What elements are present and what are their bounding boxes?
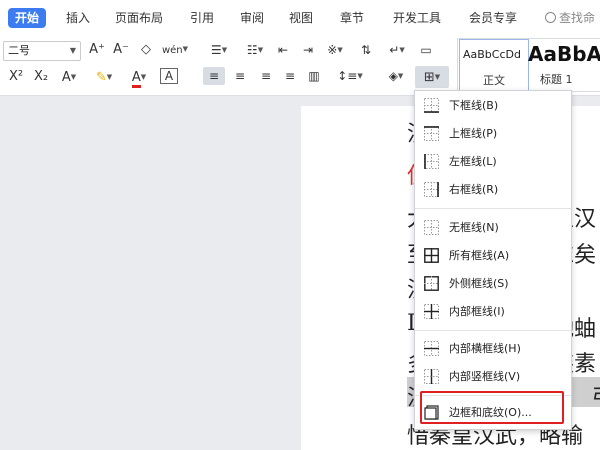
menu-item-top-border[interactable]: 上框线(P) [415,121,571,147]
align-left-icon[interactable]: ≡ [203,67,225,85]
tab-insert[interactable]: 插入 [66,8,90,28]
inside-horizontal-border-icon [424,341,439,356]
inside-borders-icon [424,304,439,319]
tab-chapter[interactable]: 章节 [340,8,364,28]
font-size-select[interactable]: 二号 ▼ [3,41,81,61]
menu-item-label: 内部框线(I) [449,305,505,318]
style-heading1-preview: AaBbA [528,42,600,66]
menu-item-label: 所有框线(A) [449,249,510,262]
menu-item-left-border[interactable]: 左框线(L) [415,149,571,175]
borders-button[interactable]: ⊞▼ [415,66,449,88]
highlight-color-icon[interactable]: ✎▼ [90,68,118,86]
tab-developer[interactable]: 开发工具 [393,8,441,28]
wps-writer-window: 开始 插入 页面布局 引用 审阅 视图 章节 开发工具 会员专享 查找命 二号 ▼… [0,0,600,450]
inside-vertical-border-icon [424,369,439,384]
style-gallery: AaBbCcDd 正文 AaBbA 标题 1 [457,38,600,92]
menu-item-label: 内部竖框线(V) [449,370,521,383]
shading-icon[interactable]: ◈▼ [381,67,411,85]
decrease-indent-icon[interactable]: ⇤ [273,41,293,59]
ruler-icon[interactable]: ▭ [416,41,436,59]
tab-member[interactable]: 会员专享 [469,8,517,28]
menu-item-right-border[interactable]: 右框线(R) [415,177,571,203]
show-marks-icon[interactable]: ↵▼ [384,41,410,59]
subscript-icon[interactable]: X₂ [31,68,51,86]
menu-item-label: 内部横框线(H) [449,342,521,355]
line-spacing-icon[interactable]: ↕≡▼ [335,67,365,85]
tab-view[interactable]: 视图 [289,8,313,28]
font-size-value: 二号 [8,44,30,57]
menu-item-inside-borders[interactable]: 内部框线(I) [415,299,571,325]
top-border-icon [424,126,439,141]
search-icon [545,12,556,23]
left-border-icon [424,154,439,169]
phonetic-guide-icon[interactable]: wén▼ [160,40,190,58]
outside-borders-icon [424,276,439,291]
menu-item-bottom-border[interactable]: 下框线(B) [415,93,571,119]
all-borders-icon [424,248,439,263]
distributed-align-icon[interactable]: ▥ [304,67,324,85]
menu-item-no-border[interactable]: 无框线(N) [415,215,571,241]
tab-references[interactable]: 引用 [190,8,214,28]
shrink-font-icon[interactable]: A⁻ [112,41,130,59]
menu-separator [415,330,571,331]
menu-item-inside-vertical-border[interactable]: 内部竖框线(V) [415,364,571,390]
style-normal-preview: AaBbCcDd [463,48,521,61]
font-color-icon[interactable]: A▼ [125,68,153,88]
menu-item-label: 无框线(N) [449,221,499,234]
doc-text: 弓 [591,380,600,412]
menu-item-outside-borders[interactable]: 外侧框线(S) [415,271,571,297]
numbered-list-icon[interactable]: ☷▼ [242,41,268,59]
menu-item-inside-horizontal-border[interactable]: 内部横框线(H) [415,336,571,362]
annotation-highlight-box [420,391,564,424]
style-normal-label: 正文 [483,74,505,87]
grow-font-icon[interactable]: A⁺ [88,41,106,59]
menu-item-label: 上框线(P) [449,127,498,140]
clear-format-icon[interactable]: ◇ [137,41,155,59]
sort-icon[interactable]: ⇅ [356,41,376,59]
tab-home[interactable]: 开始 [8,8,47,28]
style-heading1-label: 标题 1 [540,73,573,86]
increase-indent-icon[interactable]: ⇥ [298,41,318,59]
no-border-icon [424,220,439,235]
right-border-icon [424,182,439,197]
menu-item-label: 右框线(R) [449,183,499,196]
align-center-icon[interactable]: ≡ [230,67,250,85]
bullet-list-icon[interactable]: ☰▼ [206,41,232,59]
justify-icon[interactable]: ≡ [280,67,300,85]
tab-page-layout[interactable]: 页面布局 [115,8,163,28]
align-right-icon[interactable]: ≡ [256,67,276,85]
font-color-label: A [131,70,141,88]
phonetic-guide-label: wén [161,45,183,56]
menu-item-label: 左框线(L) [449,155,497,168]
menu-item-label: 外侧框线(S) [449,277,509,290]
text-effect-icon[interactable]: A▼ [56,68,82,86]
character-border-icon[interactable]: A [160,68,178,84]
superscript-icon[interactable]: X² [6,68,26,86]
search-label: 查找命 [559,11,596,25]
menu-separator [415,208,571,209]
chinese-layout-icon[interactable]: ※▼ [322,41,348,59]
search-box[interactable]: 查找命 [545,8,595,28]
menu-item-label: 下框线(B) [449,99,499,112]
bottom-border-icon [424,98,439,113]
style-normal[interactable]: AaBbCcDd 正文 [459,39,529,91]
tab-review[interactable]: 审阅 [240,8,264,28]
ribbon-tab-bar: 开始 插入 页面布局 引用 审阅 视图 章节 开发工具 会员专享 查找命 [0,0,600,34]
menu-item-all-borders[interactable]: 所有框线(A) [415,243,571,269]
borders-dropdown-menu: 下框线(B) 上框线(P) 左框线(L) 右框线(R) 无框线(N) 所有框线(… [414,90,572,430]
chevron-down-icon: ▼ [69,46,76,55]
